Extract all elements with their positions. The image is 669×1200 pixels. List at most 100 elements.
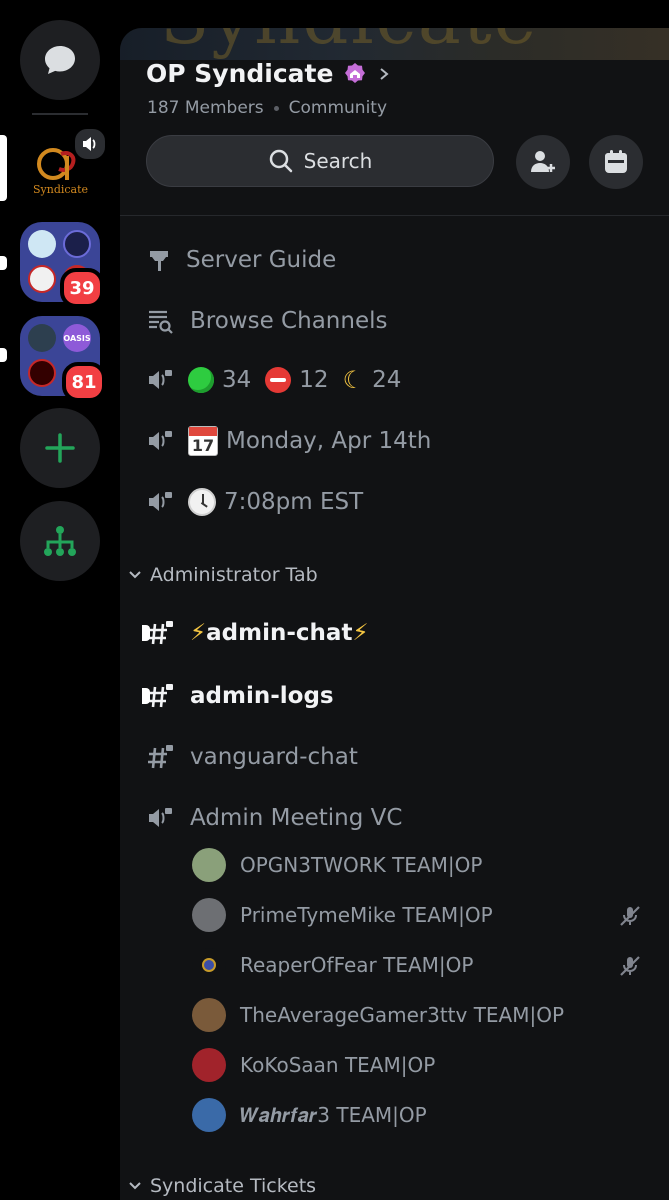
signpost-icon: [150, 251, 168, 271]
locked-hashtag-icon: [148, 621, 173, 645]
avatar: [192, 898, 226, 932]
direct-messages-button[interactable]: [20, 20, 100, 100]
server-rail: Syndicate 39 OASIS 81: [0, 0, 120, 1200]
avatar: [192, 1048, 226, 1082]
idle-count: 24: [372, 367, 402, 393]
add-user-icon: [531, 151, 555, 172]
mic-muted-icon: [620, 906, 640, 926]
dnd-emoji: [265, 367, 292, 393]
server-icon-bottle: [28, 230, 56, 258]
locked-hashtag-icon: [148, 684, 173, 708]
locked-voice-icon: [149, 808, 172, 827]
online-emoji: [188, 367, 214, 393]
invite-button[interactable]: [516, 135, 570, 189]
plus-icon: [45, 433, 75, 463]
speaker-icon: [83, 137, 96, 151]
avatar: [192, 848, 226, 882]
server-guide-item[interactable]: Server Guide: [146, 240, 336, 280]
channel-admin-logs[interactable]: admin-logs: [142, 676, 334, 716]
voice-user[interactable]: TheAverageGamer3ttv TEAM|OP: [192, 997, 564, 1033]
locked-hashtag-icon: [148, 745, 173, 769]
server-icon-crimson: [28, 359, 56, 387]
unread-badge: 39: [60, 268, 104, 308]
voice-channel-stats[interactable]: 34 12 ☾ 24: [146, 360, 401, 400]
svg-text:Syndicate: Syndicate: [33, 183, 88, 196]
voice-user-name: PrimeTymeMike TEAM|OP: [240, 903, 493, 927]
search-icon: [269, 149, 292, 173]
add-server-button[interactable]: [20, 408, 100, 488]
voice-user[interactable]: 𝑾𝒂𝒉𝒓𝒇𝒂𝒓3 TEAM|OP: [192, 1097, 427, 1133]
dnd-count: 12: [299, 367, 329, 393]
channel-panel: Syndicate OP Syndicate 187 Members Commu…: [120, 28, 669, 1200]
header-divider: [120, 215, 669, 216]
voice-user[interactable]: KoKoSaan TEAM|OP: [192, 1047, 435, 1083]
voice-user[interactable]: ReaperOfFear TEAM|OP: [192, 947, 473, 983]
clock-emoji: [188, 488, 216, 516]
voice-user-name: ReaperOfFear TEAM|OP: [240, 953, 474, 977]
server-subtitle: 187 Members Community: [147, 98, 387, 118]
voice-user-name: KoKoSaan TEAM|OP: [240, 1053, 436, 1077]
channel-vanguard-chat[interactable]: vanguard-chat: [146, 737, 358, 777]
server-icon-dark: [28, 324, 56, 352]
stats-label: 34 12 ☾ 24: [188, 366, 401, 394]
voice-user-name: TheAverageGamer3ttv TEAM|OP: [240, 1003, 565, 1027]
chevron-down-icon: [129, 571, 141, 579]
channel-label: admin-logs: [190, 683, 334, 709]
mic-muted-icon: [620, 956, 640, 976]
server-guide-label: Server Guide: [186, 247, 337, 273]
browse-channels-label: Browse Channels: [190, 308, 388, 334]
locked-voice-icon: [149, 492, 172, 511]
category-administrator-tab[interactable]: Administrator Tab: [128, 564, 318, 586]
channel-admin-chat[interactable]: ⚡admin-chat⚡: [142, 613, 369, 653]
calendar-icon: [605, 150, 627, 173]
server-icon-racing: [28, 265, 56, 293]
browse-list-icon: [149, 310, 173, 334]
voice-user-name: OPGN3TWORK TEAM|OP: [240, 853, 483, 877]
avatar: [192, 948, 226, 982]
unread-indicator: [142, 625, 150, 641]
time-text: 7:08pm EST: [224, 489, 364, 515]
calendar-emoji: 17: [188, 426, 218, 456]
server-type: Community: [288, 98, 388, 118]
locked-voice-icon: [149, 370, 172, 389]
category-label: Administrator Tab: [150, 564, 318, 586]
events-button[interactable]: [589, 135, 643, 189]
channel-label: Admin Meeting VC: [190, 805, 403, 831]
server-banner-text: Syndicate: [160, 28, 538, 60]
unread-badge: 81: [62, 362, 106, 402]
voice-user[interactable]: OPGN3TWORK TEAM|OP: [192, 847, 482, 883]
server-icon-oasis: OASIS: [63, 324, 91, 352]
chevron-right-icon: [380, 67, 390, 80]
chevron-down-icon: [129, 1182, 141, 1190]
rail-separator: [32, 113, 88, 115]
server-icon-m: [63, 230, 91, 258]
moon-emoji: ☾: [342, 366, 365, 394]
browse-channels-item[interactable]: Browse Channels: [146, 301, 387, 341]
server-name: OP Syndicate: [146, 59, 334, 88]
voice-active-indicator: [72, 126, 108, 162]
locked-voice-icon: [149, 431, 172, 450]
discover-servers-button[interactable]: [20, 501, 100, 581]
online-count: 34: [222, 367, 252, 393]
folder-unread-indicator: [0, 348, 7, 362]
selected-server-indicator: [0, 135, 7, 201]
folder-unread-indicator: [0, 256, 7, 270]
search-label: Search: [303, 149, 373, 173]
category-syndicate-tickets[interactable]: Syndicate Tickets: [128, 1175, 316, 1197]
time-label: 7:08pm EST: [188, 488, 363, 516]
search-button[interactable]: Search: [146, 135, 494, 187]
voice-channel-time[interactable]: 7:08pm EST: [146, 482, 363, 522]
server-header[interactable]: OP Syndicate: [146, 59, 391, 88]
channel-label: vanguard-chat: [190, 744, 358, 770]
unread-indicator: [142, 688, 150, 704]
boost-home-icon: [345, 62, 366, 83]
avatar: [192, 1098, 226, 1132]
voice-user-name: 𝑾𝒂𝒉𝒓𝒇𝒂𝒓3 TEAM|OP: [240, 1103, 427, 1127]
voice-channel-date[interactable]: 17 Monday, Apr 14th: [146, 421, 431, 461]
avatar: [192, 998, 226, 1032]
channel-label: ⚡admin-chat⚡: [190, 620, 369, 646]
chat-bubble-icon: [45, 46, 75, 74]
voice-channel-admin-meeting[interactable]: Admin Meeting VC: [146, 798, 402, 838]
voice-user[interactable]: PrimeTymeMike TEAM|OP: [192, 897, 493, 933]
date-label: 17 Monday, Apr 14th: [188, 426, 431, 456]
